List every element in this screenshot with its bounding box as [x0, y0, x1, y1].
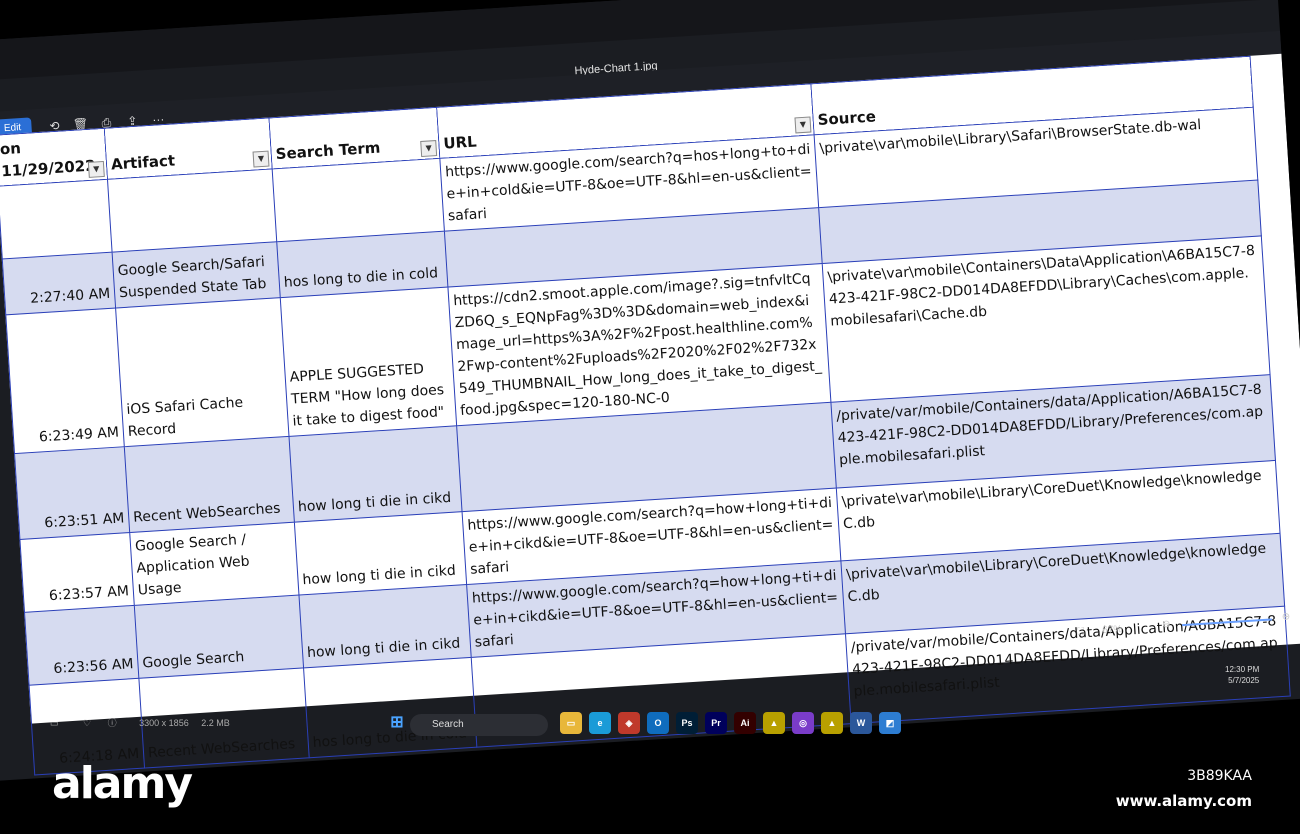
- time-cell: 6:23:51 AM: [14, 446, 130, 540]
- dvd-app-icon[interactable]: ◎: [792, 712, 814, 734]
- watermark-image-id: 3B89KAA: [1187, 768, 1252, 784]
- time-cell: 6:23:49 AM: [5, 307, 125, 454]
- zoom-level[interactable]: 67%: [1102, 624, 1123, 636]
- word-icon[interactable]: W: [850, 712, 872, 734]
- search-term-cell: how long ti die in cikd: [294, 511, 467, 596]
- warning-app-2-icon[interactable]: ▲: [821, 712, 843, 734]
- zoom-out-icon[interactable]: ⊖: [1162, 619, 1171, 631]
- windows-start-icon[interactable]: ⊞: [386, 712, 408, 734]
- photos-icon[interactable]: ◈: [618, 712, 640, 734]
- column-header-search-term: Search Term ▼: [268, 107, 440, 169]
- clock-date: 5/7/2025: [1228, 676, 1260, 685]
- filter-dropdown-icon: ▼: [420, 140, 438, 158]
- search-term-cell: APPLE SUGGESTED TERM "How long does it t…: [280, 287, 457, 437]
- source-cell: \private\var\mobile\Containers\Data\Appl…: [822, 235, 1271, 403]
- search-term-cell: [272, 158, 445, 242]
- filter-dropdown-icon: ▼: [87, 160, 105, 178]
- filter-dropdown-icon: ▼: [794, 116, 812, 134]
- artifact-cell: iOS Safari Cache Record: [115, 297, 289, 447]
- filter-dropdown-icon: ▼: [252, 150, 270, 168]
- watermark-url: www.alamy.com: [1115, 792, 1252, 810]
- url-cell: https://cdn2.smoot.apple.com/image?.sig=…: [447, 263, 831, 426]
- edge-icon[interactable]: e: [589, 712, 611, 734]
- image-app-icon[interactable]: ◩: [879, 712, 901, 734]
- clock-time: 12:30 PM: [1225, 665, 1260, 674]
- outlook-icon[interactable]: O: [647, 712, 669, 734]
- photoshop-icon[interactable]: Ps: [676, 712, 698, 734]
- time-cell: 6:23:57 AM: [19, 532, 135, 613]
- artifact-cell: Google Search / Application Web Usage: [129, 522, 299, 606]
- column-header-date: on 11/29/2022 ▼: [0, 128, 108, 187]
- search-term-cell: how long ti die in cikd: [288, 425, 463, 523]
- zoom-in-icon[interactable]: ⊕: [1281, 611, 1290, 623]
- time-cell: 2:27:40 AM: [2, 252, 116, 315]
- explorer-icon[interactable]: ▭: [560, 712, 582, 734]
- taskbar: ⊞ Search ▭ e ◈ O Ps Pr Ai ▲ ◎ ▲ W ◩: [0, 700, 1300, 750]
- watermark-brand: alamy: [52, 758, 193, 809]
- illustrator-icon[interactable]: Ai: [734, 712, 756, 734]
- system-clock[interactable]: 12:30 PM 5/7/2025: [1225, 664, 1259, 686]
- artifact-cell: [107, 168, 277, 253]
- column-header-artifact: Artifact ▼: [104, 117, 273, 180]
- artifact-cell: Google Search/Safari Suspended State Tab: [112, 241, 281, 308]
- artifact-cell: Recent WebSearches: [124, 436, 295, 533]
- zoom-slider[interactable]: [1182, 618, 1272, 627]
- taskbar-search-input[interactable]: Search: [410, 714, 548, 736]
- fit-window-icon[interactable]: ⛶: [1077, 626, 1085, 637]
- monitor-screen: — ❐ ✕ Hyde-Chart 1.jpg Edit ⟲ 🗑 ⎙ ⇪ ··· …: [0, 0, 1300, 782]
- warning-app-icon[interactable]: ▲: [763, 712, 785, 734]
- time-cell: [0, 179, 113, 260]
- premiere-icon[interactable]: Pr: [705, 712, 727, 734]
